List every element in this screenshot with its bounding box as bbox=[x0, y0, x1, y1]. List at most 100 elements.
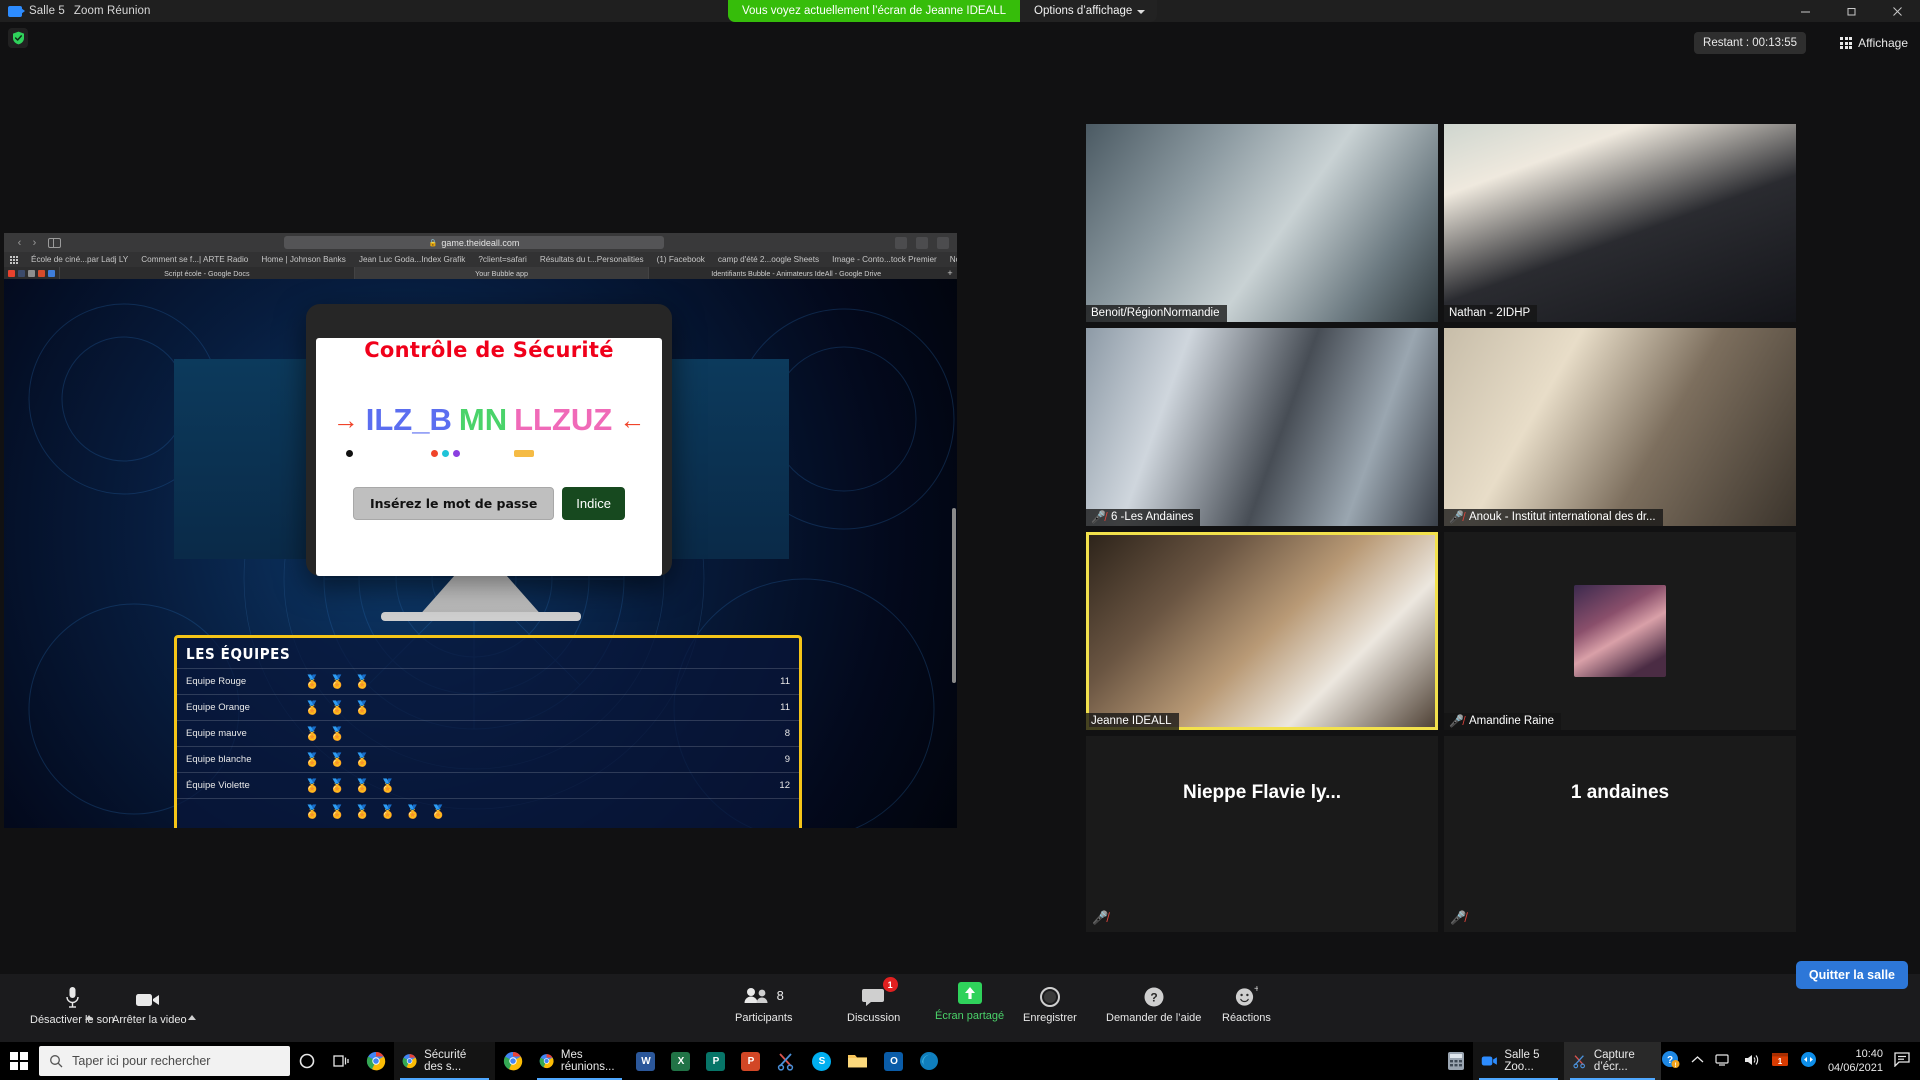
video-settings-chevron-icon[interactable] bbox=[188, 998, 196, 1020]
medal-icon: 🏅 bbox=[329, 804, 346, 819]
outlook-icon: O bbox=[884, 1051, 904, 1071]
taskbar-edge[interactable] bbox=[911, 1042, 947, 1080]
new-tab-button[interactable]: + bbox=[943, 267, 957, 279]
leave-room-button[interactable]: Quitter la salle bbox=[1795, 961, 1908, 989]
record-button[interactable]: Enregistrer bbox=[1023, 982, 1077, 1024]
browser-forward-button[interactable]: › bbox=[27, 237, 42, 249]
participant-tile-anouk[interactable]: 🎤̸ Anouk - Institut international des dr… bbox=[1444, 328, 1796, 526]
word-icon: W bbox=[636, 1051, 656, 1071]
favicon-pinned-5[interactable] bbox=[48, 269, 55, 277]
apps-grid-icon[interactable] bbox=[10, 255, 18, 264]
record-label: Enregistrer bbox=[1023, 1012, 1077, 1024]
taskbar-excel[interactable]: X bbox=[663, 1042, 698, 1080]
volume-icon[interactable] bbox=[1743, 1053, 1760, 1070]
browser-tab-active[interactable]: Your Bubble app bbox=[353, 267, 649, 279]
stop-video-button[interactable]: Arrêter la video bbox=[112, 984, 187, 1026]
view-layout-button[interactable]: Affichage bbox=[1840, 32, 1908, 54]
participant-tile-andaines-audio[interactable]: 1 andaines 🎤̸ bbox=[1444, 736, 1796, 932]
hint-button[interactable]: Indice bbox=[562, 487, 625, 520]
participant-tile-nieppe[interactable]: Nieppe Flavie ly... 🎤̸ bbox=[1086, 736, 1438, 932]
taskbar-chrome-1[interactable] bbox=[358, 1042, 394, 1080]
help-icon[interactable]: ?! bbox=[1661, 1050, 1680, 1072]
bookmark-item[interactable]: École de ciné...par Ladj LY bbox=[31, 255, 128, 264]
favicon-pinned-4[interactable] bbox=[38, 269, 45, 277]
reactions-button[interactable]: + Réactions bbox=[1222, 982, 1271, 1024]
teamviewer-icon[interactable] bbox=[1800, 1051, 1817, 1071]
team-name: Équipe Violette bbox=[186, 780, 250, 791]
tabs-overview-icon[interactable] bbox=[937, 236, 949, 249]
favicon-pinned-1[interactable] bbox=[8, 269, 15, 277]
share-icon[interactable] bbox=[916, 236, 928, 249]
participant-name: Amandine Raine bbox=[1468, 715, 1554, 727]
bookmark-item[interactable]: Nouveau logo...ur Instagram bbox=[950, 255, 957, 264]
favicon-pinned-2[interactable] bbox=[18, 269, 25, 277]
taskbar-snipping-tool[interactable] bbox=[768, 1042, 804, 1080]
taskbar-powerpoint[interactable]: P bbox=[733, 1042, 768, 1080]
chat-button[interactable]: 1 Discussion bbox=[847, 977, 900, 1024]
task-view-button[interactable] bbox=[324, 1042, 358, 1080]
taskbar-file-explorer[interactable] bbox=[839, 1042, 876, 1080]
sidebar-toggle-icon[interactable] bbox=[48, 237, 61, 248]
taskbar-skype[interactable]: S bbox=[804, 1042, 839, 1080]
mute-audio-button[interactable]: Désactiver le son bbox=[30, 984, 114, 1026]
share-screen-label: Écran partagé bbox=[935, 1010, 1005, 1022]
participant-tile-jeanne-active-speaker[interactable]: Jeanne IDEALL bbox=[1086, 532, 1438, 730]
browser-address-bar[interactable]: 🔒 game.theideall.com bbox=[284, 236, 664, 249]
zoom-camera-icon bbox=[8, 5, 25, 17]
browser-tab[interactable]: Identifiants Bubble - Animateurs IdeAll … bbox=[648, 267, 943, 279]
search-input[interactable]: Taper ici pour rechercher bbox=[39, 1046, 290, 1076]
audio-settings-chevron-icon[interactable] bbox=[85, 998, 93, 1020]
bookmark-item[interactable]: Jean Luc Goda...Index Grafik bbox=[359, 255, 466, 264]
browser-tab[interactable]: Script école - Google Docs bbox=[59, 267, 354, 279]
page-scrollbar[interactable] bbox=[952, 508, 956, 683]
search-icon bbox=[50, 1055, 63, 1068]
ask-for-help-button[interactable]: ? Demander de l’aide bbox=[1106, 982, 1201, 1024]
browser-back-button[interactable]: ‹ bbox=[12, 237, 27, 249]
calendar-icon[interactable]: 1 bbox=[1771, 1052, 1789, 1070]
participant-name-label: 🎤̸ Amandine Raine bbox=[1444, 713, 1561, 730]
taskbar-chrome-2[interactable] bbox=[495, 1042, 531, 1080]
encryption-shield-button[interactable] bbox=[8, 28, 28, 48]
cortana-button[interactable] bbox=[290, 1042, 324, 1080]
participant-tile-amandine[interactable]: 🎤̸ Amandine Raine bbox=[1444, 532, 1796, 730]
taskbar-zoom-salle5[interactable]: Salle 5 Zoo... bbox=[1472, 1042, 1564, 1080]
favicon-pinned-3[interactable] bbox=[28, 269, 35, 277]
notification-icon[interactable] bbox=[1894, 1052, 1910, 1070]
bookmark-item[interactable]: Image - Conto...tock Premier bbox=[832, 255, 937, 264]
team-name: Equipe mauve bbox=[186, 728, 247, 739]
bookmark-item[interactable]: ?client=safari bbox=[478, 255, 526, 264]
mic-muted-icon: 🎤̸ bbox=[1091, 510, 1106, 524]
bookmark-item[interactable]: Home | Johnson Banks bbox=[261, 255, 346, 264]
close-button[interactable] bbox=[1874, 0, 1920, 22]
display-options-button[interactable]: Options d’affichage bbox=[1020, 0, 1158, 22]
share-screen-button[interactable]: Écran partagé bbox=[935, 980, 1004, 1022]
participant-gallery: Benoit/RégionNormandie Nathan - 2IDHP 🎤̸… bbox=[1086, 124, 1808, 932]
taskbar-chrome-reunions[interactable]: Mes réunions... bbox=[531, 1042, 629, 1080]
bookmark-item[interactable]: Résultats du t...Personalities bbox=[540, 255, 644, 264]
microphone-icon bbox=[64, 984, 81, 1010]
participants-button[interactable]: 8 Participants bbox=[735, 982, 792, 1024]
taskbar-publisher[interactable]: P bbox=[698, 1042, 733, 1080]
taskbar-calculator[interactable] bbox=[1439, 1042, 1473, 1080]
minimize-button[interactable] bbox=[1782, 0, 1828, 22]
participant-tile-benoit[interactable]: Benoit/RégionNormandie bbox=[1086, 124, 1438, 322]
taskbar-chrome-securite[interactable]: Sécurité des s... bbox=[393, 1042, 495, 1080]
chevron-up-icon[interactable] bbox=[1691, 1055, 1704, 1067]
start-button[interactable] bbox=[0, 1042, 37, 1080]
participant-tile-andaines[interactable]: 🎤̸ 6 -Les Andaines bbox=[1086, 328, 1438, 526]
network-icon[interactable] bbox=[1715, 1053, 1732, 1070]
chrome-icon bbox=[539, 1054, 554, 1069]
bookmark-item[interactable]: Comment se f...| ARTE Radio bbox=[141, 255, 248, 264]
taskbar-outlook[interactable]: O bbox=[876, 1042, 911, 1080]
team-score: 8 bbox=[784, 728, 790, 739]
taskbar-word[interactable]: W bbox=[628, 1042, 663, 1080]
bookmark-item[interactable]: camp d'été 2...oogle Sheets bbox=[718, 255, 819, 264]
download-icon[interactable] bbox=[895, 236, 907, 249]
maximize-button[interactable] bbox=[1828, 0, 1874, 22]
bookmark-item[interactable]: (1) Facebook bbox=[657, 255, 705, 264]
taskbar-clock[interactable]: 10:40 04/06/2021 bbox=[1828, 1047, 1883, 1075]
calculator-icon bbox=[1447, 1052, 1464, 1070]
taskbar-capture-ecran[interactable]: Capture d’écr... bbox=[1563, 1042, 1661, 1080]
insert-password-button[interactable]: Insérez le mot de passe bbox=[352, 487, 555, 520]
participant-tile-nathan[interactable]: Nathan - 2IDHP bbox=[1444, 124, 1796, 322]
